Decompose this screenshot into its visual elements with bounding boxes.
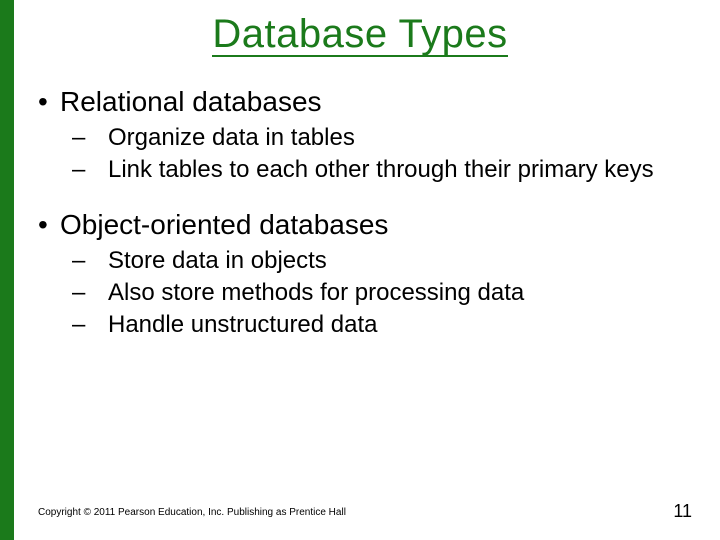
slide-title: Database Types xyxy=(0,12,720,57)
accent-bar xyxy=(0,0,14,540)
page-number: 11 xyxy=(673,501,692,522)
bullet-level1: Relational databases xyxy=(38,84,690,119)
bullet-level2: –Handle unstructured data xyxy=(38,310,690,340)
title-text: Database Types xyxy=(212,13,507,57)
bullet-text: Relational databases xyxy=(60,86,322,117)
bullet-text: Store data in objects xyxy=(108,247,327,274)
bullet-text: Organize data in tables xyxy=(108,124,355,151)
bullet-level2: –Also store methods for processing data xyxy=(38,278,690,308)
bullet-level2: –Link tables to each other through their… xyxy=(38,155,690,185)
bullet-text: Also store methods for processing data xyxy=(108,279,524,306)
slide-content: Relational databases –Organize data in t… xyxy=(38,78,690,342)
bullet-text: Link tables to each other through their … xyxy=(108,156,654,183)
bullet-level2: –Store data in objects xyxy=(38,246,690,276)
bullet-text: Object-oriented databases xyxy=(60,209,388,240)
copyright-text: Copyright © 2011 Pearson Education, Inc.… xyxy=(38,507,346,518)
spacer xyxy=(38,187,690,201)
bullet-level2: –Organize data in tables xyxy=(38,123,690,153)
slide: Database Types Relational databases –Org… xyxy=(0,0,720,540)
bullet-text: Handle unstructured data xyxy=(108,311,378,338)
bullet-level1: Object-oriented databases xyxy=(38,207,690,242)
